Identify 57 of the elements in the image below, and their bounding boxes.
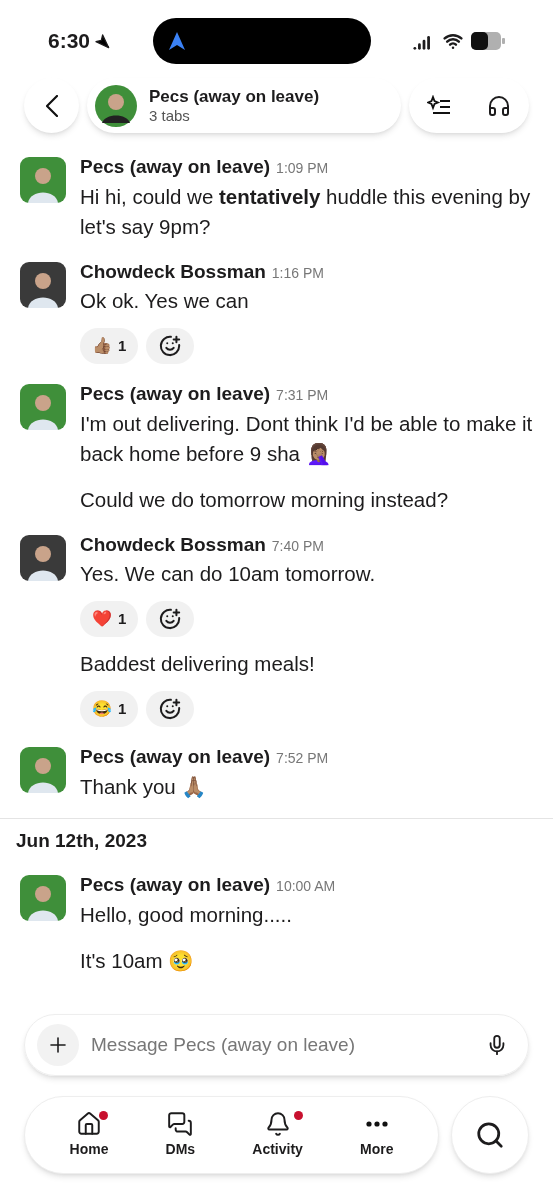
message-text: Hi hi, could we tentatively huddle this evening by let's say 9pm?	[80, 183, 532, 240]
message-input[interactable]: Message Pecs (away on leave)	[91, 1030, 474, 1060]
tab-bar-item[interactable]: More	[360, 1110, 394, 1160]
more-icon	[365, 1120, 388, 1127]
timestamp: 1:09 PM	[276, 159, 329, 178]
reaction-pill[interactable]: ❤ 1	[80, 601, 139, 637]
sender-name: Pecs (away on leave)	[80, 745, 271, 769]
location-icon	[94, 33, 111, 49]
message-text: Hello, good morning.....	[80, 901, 293, 928]
sender-name: Pecs (away on leave)	[80, 873, 271, 897]
search-icon	[475, 1120, 505, 1150]
avatar	[95, 84, 137, 127]
timestamp: 7:40 PM	[271, 536, 324, 556]
message-text: Baddest delivering meals!	[80, 651, 316, 677]
tab-bar-item[interactable]: Home	[69, 1110, 109, 1160]
sender-name: Chowdeck Bossman	[80, 532, 266, 557]
add-emoji-icon	[159, 335, 182, 357]
header-subtitle: 3 tabs	[149, 106, 191, 126]
timestamp: 7:31 PM	[276, 386, 329, 405]
timestamp: 10:00 AM	[276, 877, 336, 896]
reaction-pill[interactable]: 👍🏽 1	[80, 328, 139, 364]
sender-name: Pecs (away on leave)	[80, 155, 271, 179]
home-icon	[76, 1110, 102, 1137]
navigation-arrow-icon	[168, 32, 185, 50]
add-button[interactable]	[37, 1024, 79, 1066]
chat-bubbles-icon	[167, 1110, 194, 1137]
timestamp: 7:52 PM	[276, 749, 329, 768]
date-divider: Jun 12th, 2023	[16, 828, 148, 853]
timestamp: 1:16 PM	[271, 263, 324, 283]
search-button[interactable]	[451, 1096, 529, 1174]
add-reaction-button[interactable]	[146, 691, 195, 727]
add-emoji-icon	[159, 698, 182, 720]
channel-header[interactable]: Pecs (away on leave) 3 tabs	[87, 78, 401, 133]
wifi-icon	[443, 31, 463, 51]
battery-icon	[471, 32, 505, 50]
header-title: Pecs (away on leave)	[149, 85, 320, 107]
message-text: It's 10am 🥹	[80, 947, 196, 974]
reaction-pill[interactable]: 😂 1	[80, 691, 139, 727]
clock: 6:30	[48, 28, 91, 55]
back-button[interactable]	[24, 78, 79, 133]
tab-bar-item[interactable]: DMs	[165, 1110, 196, 1160]
sparkle-list-icon[interactable]	[427, 94, 451, 117]
message-text: Could we do tomorrow morning instead?	[80, 486, 450, 513]
add-reaction-button[interactable]	[146, 328, 195, 364]
bell-icon	[264, 1110, 291, 1137]
message-text: Ok ok. Yes we can	[80, 288, 250, 314]
add-reaction-button[interactable]	[146, 601, 195, 637]
message-text: Thank you 🙏🏽	[80, 773, 209, 800]
sender-name: Pecs (away on leave)	[80, 382, 271, 406]
headphones-icon[interactable]	[487, 93, 511, 118]
message-text: Yes. We can do 10am tomorrow.	[80, 561, 377, 587]
add-emoji-icon	[159, 608, 182, 630]
message-text: I'm out delivering. Dont think I'd be able to make it back home before 9 sha 🤦🏽‍♀	[80, 410, 533, 468]
sender-name: Chowdeck Bossman	[80, 259, 266, 284]
message-composer[interactable]: Message Pecs (away on leave)	[24, 1014, 529, 1076]
back-icon	[45, 94, 58, 117]
tab-bar-item[interactable]: Activity	[252, 1110, 303, 1160]
